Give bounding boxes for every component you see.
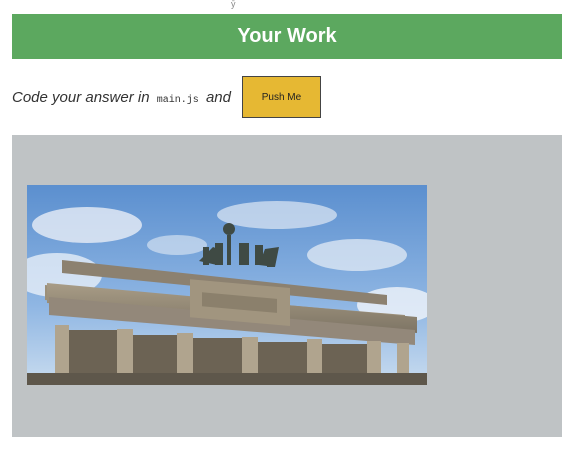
push-me-button[interactable]: Push Me [241, 76, 321, 118]
code-filename: main.js [156, 94, 199, 106]
instruction-row: Code your answer in main.js and Push Me [12, 76, 321, 118]
instruction-prefix: Code your answer in [12, 88, 150, 106]
work-area [12, 135, 562, 437]
page-header: Your Work [12, 14, 562, 59]
instruction-text: Code your answer in main.js and [12, 89, 231, 106]
instruction-suffix: and [205, 88, 231, 106]
page-title: Your Work [237, 25, 337, 47]
stray-mark: ȳ [231, 0, 236, 9]
brandenburg-gate-image [27, 185, 427, 385]
